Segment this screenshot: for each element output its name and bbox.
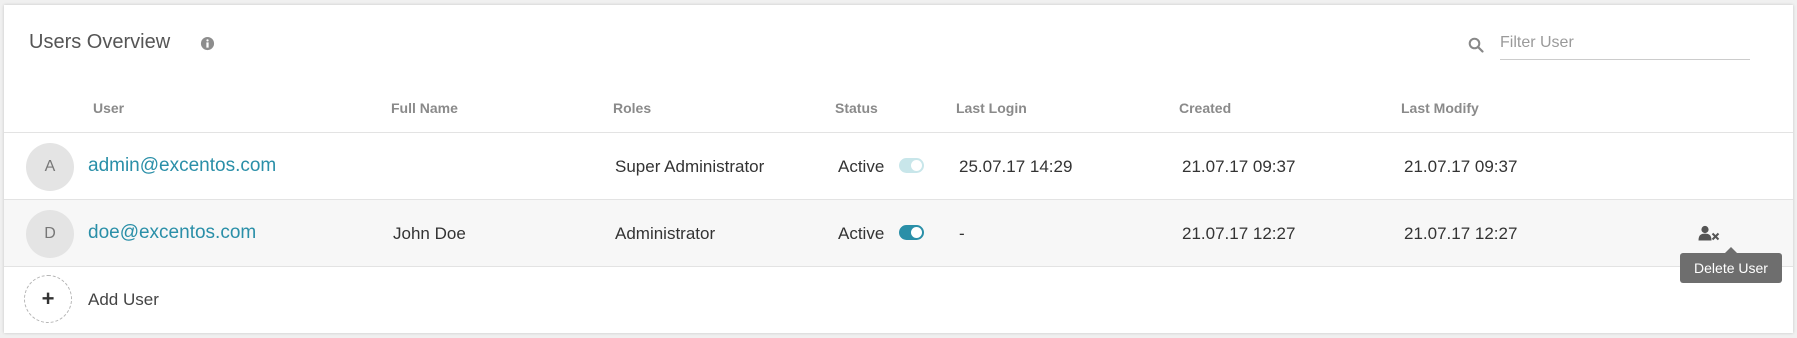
created-cell: 21.07.17 12:27 bbox=[1182, 224, 1296, 243]
status-text: Active bbox=[838, 157, 885, 176]
column-header-full-name[interactable]: Full Name bbox=[391, 100, 458, 116]
last-modify-cell: 21.07.17 12:27 bbox=[1404, 224, 1518, 243]
table-row[interactable]: A admin@excentos.com Super Administrator… bbox=[4, 133, 1793, 199]
status-text: Active bbox=[838, 224, 885, 243]
info-circle-icon[interactable] bbox=[200, 36, 215, 51]
status-toggle[interactable] bbox=[899, 225, 924, 240]
add-user-label[interactable]: Add User bbox=[88, 290, 159, 310]
filter-user-input[interactable] bbox=[1500, 27, 1750, 60]
column-header-last-modify[interactable]: Last Modify bbox=[1401, 100, 1479, 116]
column-header-status[interactable]: Status bbox=[835, 100, 878, 116]
avatar: A bbox=[26, 143, 74, 191]
user-email-link[interactable]: admin@excentos.com bbox=[88, 155, 276, 177]
search-icon bbox=[1468, 37, 1484, 53]
column-header-last-login[interactable]: Last Login bbox=[956, 100, 1027, 116]
last-modify-cell: 21.07.17 09:37 bbox=[1404, 157, 1518, 176]
delete-user-tooltip: Delete User bbox=[1680, 247, 1782, 283]
users-overview-panel: Users Overview User Full Name Roles Stat… bbox=[4, 5, 1793, 333]
column-header-user[interactable]: User bbox=[93, 100, 124, 116]
role-cell: Administrator bbox=[615, 224, 716, 243]
delete-user-icon[interactable] bbox=[1698, 225, 1720, 241]
add-user-button[interactable]: + bbox=[24, 275, 72, 323]
avatar: D bbox=[26, 210, 74, 258]
row-divider bbox=[4, 266, 1793, 267]
last-login-cell: - bbox=[959, 224, 965, 243]
role-cell: Super Administrator bbox=[615, 157, 765, 176]
plus-icon: + bbox=[41, 286, 55, 311]
toggle-knob bbox=[911, 227, 922, 238]
toggle-knob bbox=[911, 160, 922, 171]
user-email-link[interactable]: doe@excentos.com bbox=[88, 222, 256, 244]
last-login-cell: 25.07.17 14:29 bbox=[959, 157, 1073, 176]
column-header-roles[interactable]: Roles bbox=[613, 100, 651, 116]
status-toggle[interactable] bbox=[899, 158, 924, 173]
created-cell: 21.07.17 09:37 bbox=[1182, 157, 1296, 176]
page-title: Users Overview bbox=[29, 31, 171, 53]
column-header-created[interactable]: Created bbox=[1179, 100, 1231, 116]
full-name-cell: John Doe bbox=[393, 224, 466, 243]
table-row[interactable]: D doe@excentos.com John Doe Administrato… bbox=[4, 200, 1793, 266]
